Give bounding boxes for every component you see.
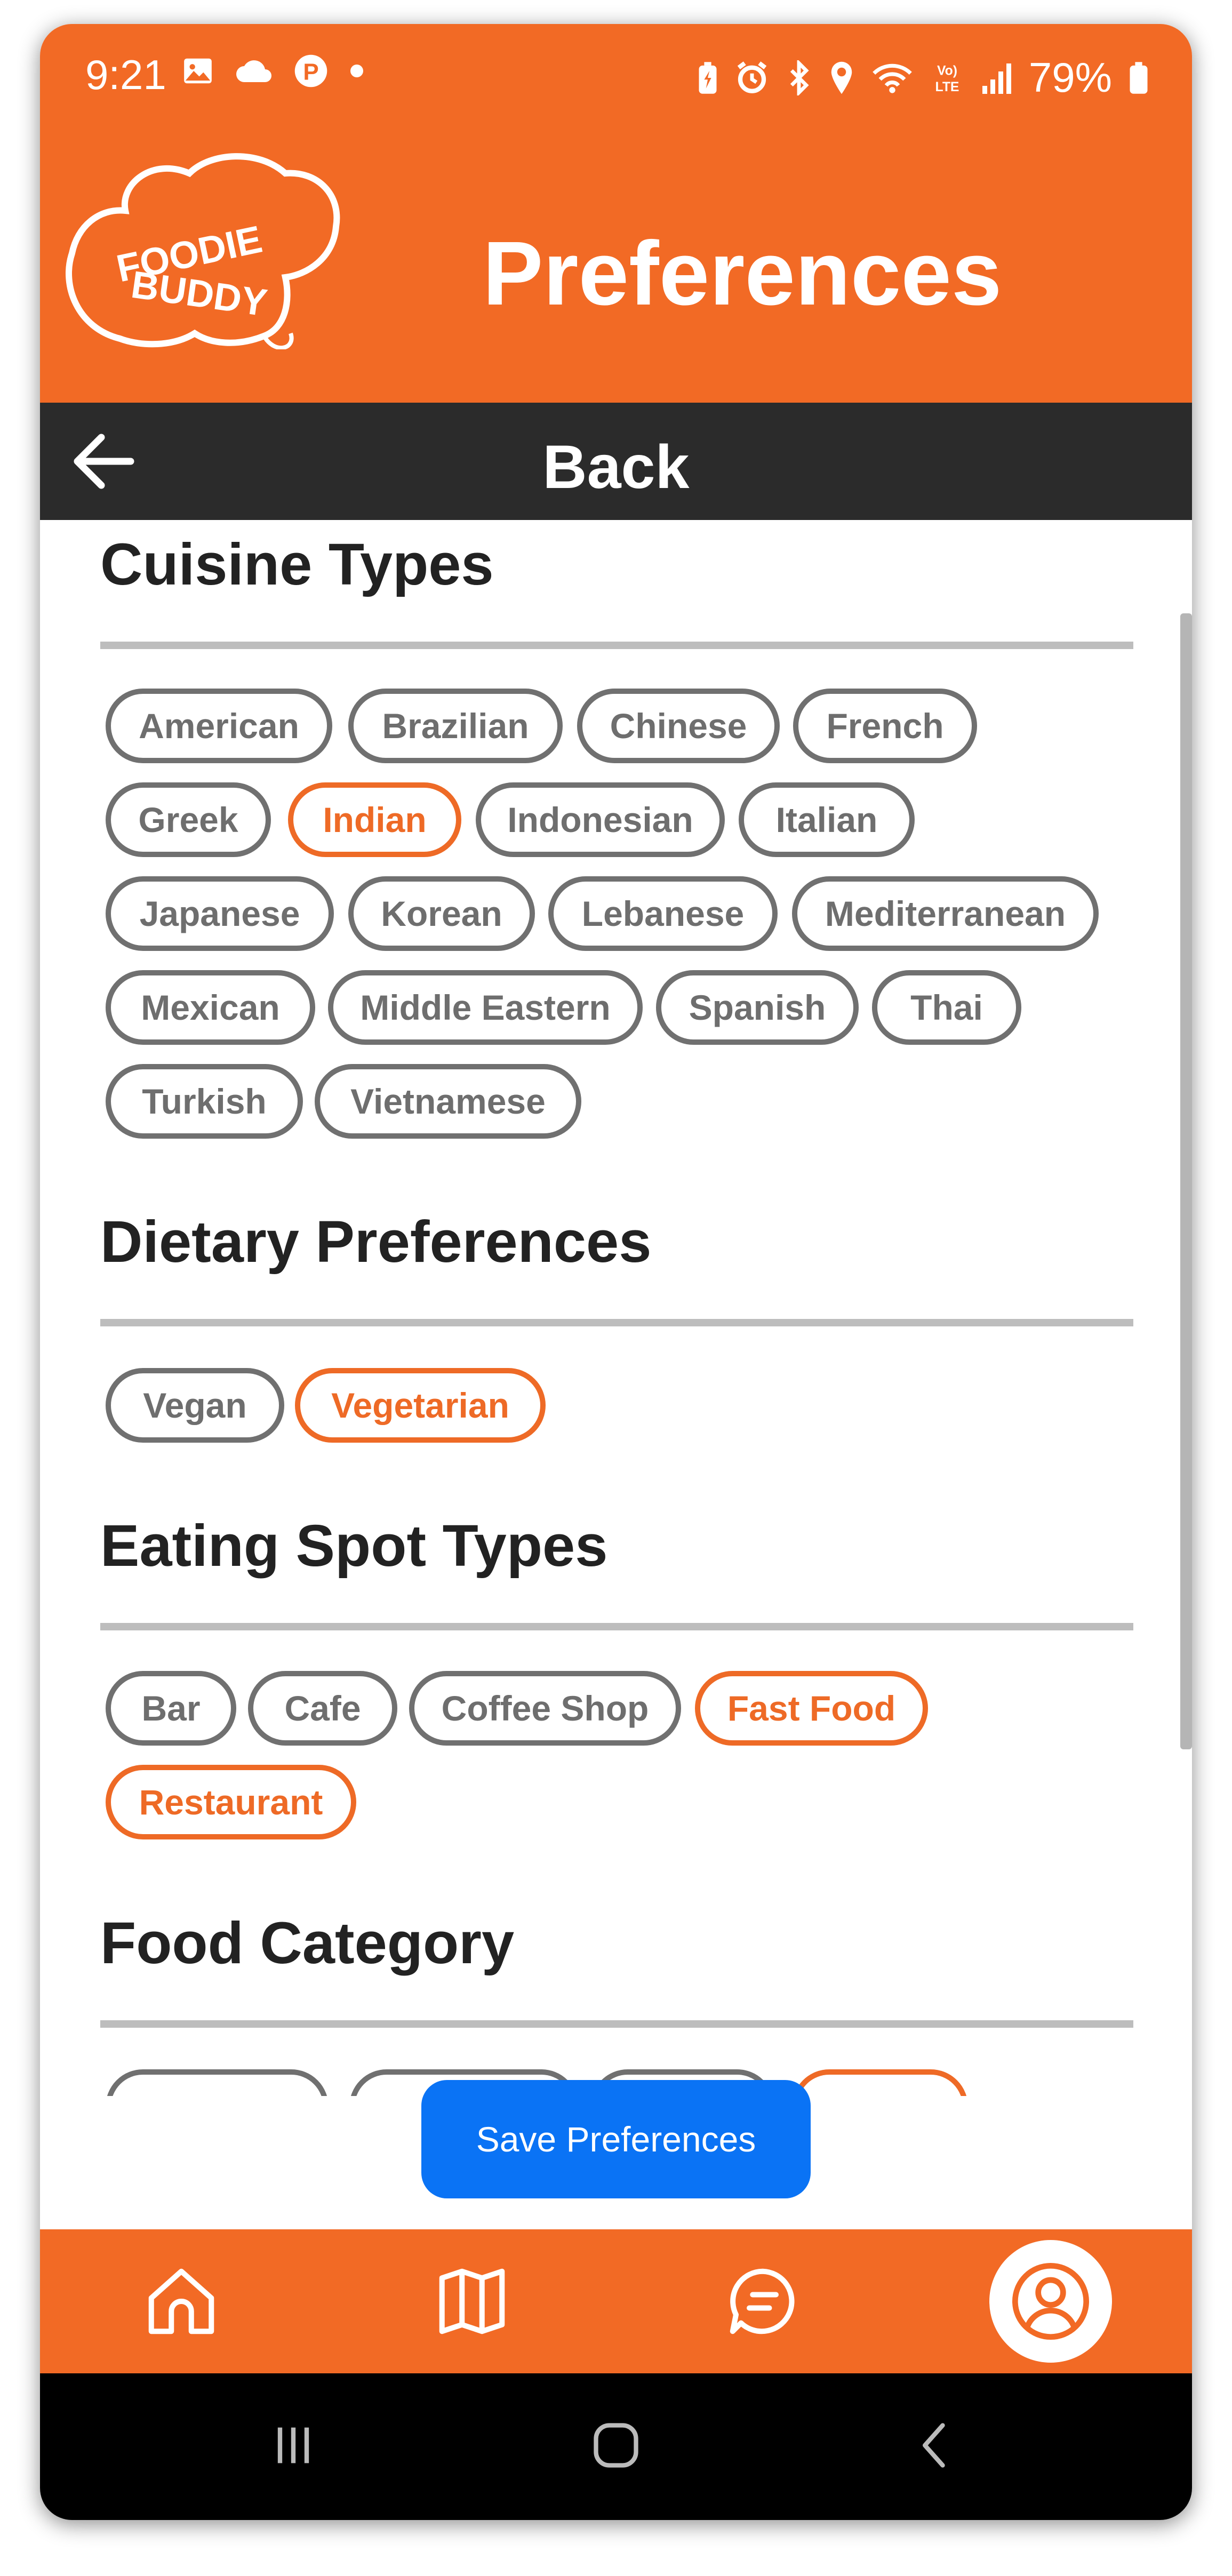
chip-chinese[interactable]: Chinese [577, 689, 780, 763]
phone-screen: 9:21 P Vo) LTE 79% FOODIE BUDDY Preferenc… [40, 24, 1192, 2520]
signal-icon [982, 63, 1011, 94]
save-preferences-button[interactable]: Save Preferences [421, 2080, 811, 2198]
battery-saver-icon [699, 61, 717, 94]
map-icon [439, 2268, 505, 2334]
status-time: 9:21 [85, 51, 166, 98]
status-left-icons: P [181, 53, 365, 89]
chip-brazilian[interactable]: Brazilian [348, 689, 563, 763]
chat-icon [730, 2268, 795, 2334]
chip-coffee-shop[interactable]: Coffee Shop [409, 1671, 681, 1746]
recent-apps-icon [277, 2427, 309, 2463]
section-title-eating-spot: Eating Spot Types [100, 1513, 608, 1579]
cloud-icon [236, 60, 271, 82]
home-icon [148, 2268, 214, 2334]
chip-italian[interactable]: Italian [739, 782, 915, 857]
chip-turkish[interactable]: Turkish [106, 1064, 303, 1139]
battery-percentage: 79% [1028, 54, 1112, 101]
back-nav-icon [923, 2423, 945, 2468]
tab-profile[interactable] [989, 2240, 1112, 2363]
back-label[interactable]: Back [40, 432, 1192, 502]
tab-home[interactable] [120, 2240, 243, 2363]
section-divider [100, 642, 1133, 649]
chip-middle-eastern[interactable]: Middle Eastern [328, 970, 643, 1045]
section-divider [100, 1623, 1133, 1630]
chip-bar[interactable]: Bar [106, 1671, 236, 1746]
chip-french[interactable]: French [793, 689, 977, 763]
chip-greek[interactable]: Greek [106, 782, 271, 857]
home-nav-icon [594, 2423, 638, 2468]
svg-text:Vo): Vo) [937, 63, 957, 78]
page-title: Preferences [483, 223, 1002, 324]
section-title-food-category: Food Category [100, 1910, 515, 1976]
location-icon [831, 61, 852, 94]
chip-fast-food[interactable]: Fast Food [695, 1671, 928, 1746]
dot-icon [350, 65, 363, 77]
svg-text:P: P [303, 59, 318, 85]
section-divider [100, 1319, 1133, 1326]
chip-restaurant[interactable]: Restaurant [106, 1765, 356, 1839]
section-divider [100, 2020, 1133, 2028]
svg-text:LTE: LTE [935, 79, 959, 94]
home-nav-button[interactable] [584, 2413, 648, 2477]
tab-chat[interactable] [701, 2240, 824, 2363]
chip-food-category-partial[interactable] [106, 2069, 329, 2096]
chip-indonesian[interactable]: Indonesian [476, 782, 725, 857]
bottom-tab-bar [40, 2229, 1192, 2373]
back-nav-button[interactable] [904, 2413, 968, 2477]
chip-thai[interactable]: Thai [872, 970, 1021, 1045]
chip-american[interactable]: American [106, 689, 332, 763]
system-navigation-bar [40, 2373, 1192, 2520]
volte-icon: Vo)LTE [935, 63, 959, 94]
chip-cafe[interactable]: Cafe [248, 1671, 397, 1746]
bluetooth-icon [790, 60, 809, 95]
chip-japanese[interactable]: Japanese [106, 876, 334, 951]
alarm-icon [737, 61, 767, 93]
recent-apps-button[interactable] [261, 2413, 325, 2477]
chip-food-category-partial[interactable] [792, 2069, 968, 2096]
app-header: FOODIE BUDDY Preferences [40, 152, 1192, 403]
chip-vegan[interactable]: Vegan [106, 1368, 284, 1443]
logo-text-buddy: BUDDY [129, 263, 270, 325]
chip-mediterranean[interactable]: Mediterranean [792, 876, 1099, 951]
chip-korean[interactable]: Korean [348, 876, 535, 951]
image-icon [184, 58, 212, 84]
tab-map[interactable] [411, 2240, 533, 2363]
chip-lebanese[interactable]: Lebanese [548, 876, 778, 951]
status-bar: 9:21 P Vo) LTE 79% [40, 24, 1192, 152]
wifi-icon [873, 63, 912, 93]
chip-spanish[interactable]: Spanish [656, 970, 859, 1045]
preferences-content[interactable]: Cuisine Types American Brazilian Chinese… [40, 520, 1192, 2096]
foodie-buddy-logo: FOODIE BUDDY [66, 153, 340, 349]
back-bar[interactable]: Back [40, 403, 1192, 520]
section-title-dietary: Dietary Preferences [100, 1209, 652, 1275]
chip-indian[interactable]: Indian [288, 782, 461, 857]
section-title-cuisine: Cuisine Types [100, 532, 494, 597]
chip-vietnamese[interactable]: Vietnamese [315, 1064, 581, 1139]
chip-vegetarian[interactable]: Vegetarian [295, 1368, 546, 1443]
scrollbar[interactable] [1180, 613, 1192, 1749]
chip-mexican[interactable]: Mexican [106, 970, 315, 1045]
status-right: Vo) LTE 79% [697, 53, 1149, 102]
battery-icon [1130, 61, 1148, 94]
profile-icon [1012, 2263, 1089, 2340]
pinterest-icon: P [294, 54, 327, 87]
